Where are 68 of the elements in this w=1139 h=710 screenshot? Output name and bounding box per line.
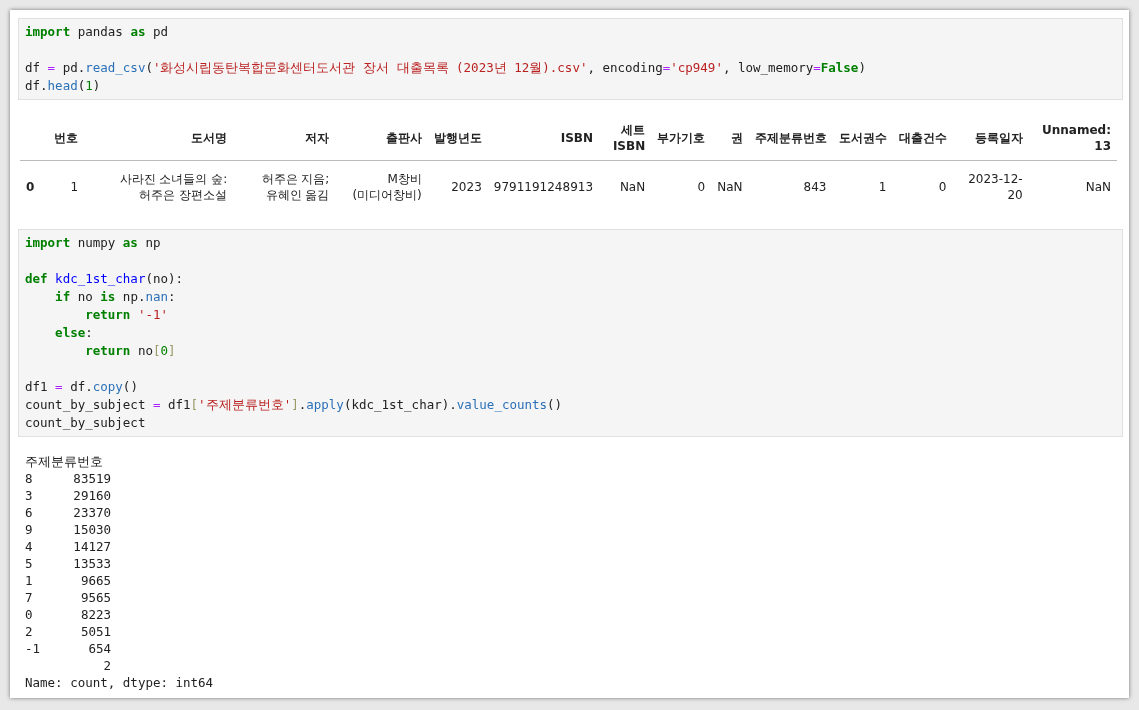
series-index: -1	[25, 641, 41, 656]
table-cell: 9791191248913	[493, 180, 594, 194]
table-cell: NaN	[1085, 180, 1111, 194]
series-value: 9665	[80, 573, 111, 588]
series-index: 1	[25, 573, 33, 588]
series-value: 9565	[80, 590, 111, 605]
table-cell: 1	[70, 180, 79, 194]
table-cell: 2023	[451, 180, 482, 194]
column-header: 번호	[54, 131, 79, 145]
code-line: import pandas as pd	[25, 24, 168, 39]
code-line: df1 = df.copy()	[25, 379, 138, 394]
series-index: 2	[25, 624, 33, 639]
series-index: 3	[25, 488, 33, 503]
table-cell: 0	[938, 180, 947, 194]
table-cell: 843	[803, 180, 827, 194]
column-header: 발행년도	[433, 131, 482, 145]
column-header: 세트 ISBN	[612, 123, 646, 153]
code-cell[interactable]: import pandas as pd df = pd.read_csv('화성시립동탄복합문화센터도서관 장서 대출목록 (2023년 12월).csv', encoding='cp949', low_memory=False) df.head(1)	[18, 18, 1123, 100]
code-line: df.head(1)	[25, 78, 101, 93]
series-index: 4	[25, 539, 33, 554]
code-line: else:	[54, 325, 93, 340]
column-header: ISBN	[560, 131, 594, 145]
series-value: 654	[88, 641, 111, 656]
table-cell: M창비(미디어창비)	[352, 172, 422, 202]
column-header: 주제분류번호	[754, 131, 827, 145]
series-index: 7	[25, 590, 33, 605]
column-header: 도서권수	[838, 131, 887, 145]
code-line: count_by_subject = df1['주제분류번호'].apply(kdc_1st_char).value_counts()	[25, 397, 563, 412]
series-value: 2	[103, 658, 111, 673]
series-value: 23370	[73, 505, 111, 520]
series-value: 14127	[73, 539, 111, 554]
code-line: df = pd.read_csv('화성시립동탄복합문화센터도서관 장서 대출목록 (2023년 12월).csv', encoding='cp949', low_memory=False)	[25, 60, 866, 75]
series-header: 주제분류번호	[25, 453, 104, 470]
series-index: 6	[25, 505, 33, 520]
table-cell: 사라진 소녀들의 숲: 허주은 장편소설	[119, 172, 228, 202]
code-cell[interactable]: import numpy as np def kdc_1st_char(no): if no is np.nan: return '-1' else: return no[0] df1 = df.copy() count_by_subject = df1['주제분류번호'].apply(kdc_1st_char).value_counts() count_by_subject	[18, 229, 1123, 437]
table-cell: NaN	[717, 180, 743, 194]
code-line: return no[0]	[84, 343, 176, 358]
code-line: count_by_subject	[25, 415, 146, 430]
table-cell: 2023-12-20	[968, 172, 1023, 202]
series-value: 29160	[73, 488, 111, 503]
series-index: 0	[25, 607, 33, 622]
column-header: 부가기호	[657, 131, 706, 145]
column-header: 저자	[305, 131, 330, 145]
code-line: return '-1'	[84, 307, 168, 322]
series-value: 83519	[73, 471, 111, 486]
series-value: 15030	[73, 522, 111, 537]
column-header: Unnamed: 13	[1042, 123, 1111, 153]
column-header: 출판사	[385, 131, 422, 145]
table-cell: 0	[697, 180, 706, 194]
row-index: 0	[26, 180, 35, 194]
series-footer: Name: count, dtype: int64	[25, 674, 1116, 691]
code-line: import numpy as np	[25, 235, 161, 250]
column-header: 등록일자	[974, 131, 1023, 145]
code-line: if no is np.nan:	[54, 289, 176, 304]
column-header: 대출건수	[898, 131, 947, 145]
column-header: 권	[730, 131, 743, 145]
series-index: 5	[25, 556, 33, 571]
series-index: 8	[25, 471, 33, 486]
table-cell: NaN	[619, 180, 646, 194]
code-line: def kdc_1st_char(no):	[25, 271, 184, 286]
series-value: 13533	[73, 556, 111, 571]
table-cell: 1	[878, 180, 887, 194]
series-value: 5051	[80, 624, 111, 639]
table-cell: 허주은 지음;유혜인 옮김	[261, 172, 330, 202]
column-header: 도서명	[191, 131, 228, 145]
series-index: 9	[25, 522, 33, 537]
series-value: 8223	[80, 607, 111, 622]
